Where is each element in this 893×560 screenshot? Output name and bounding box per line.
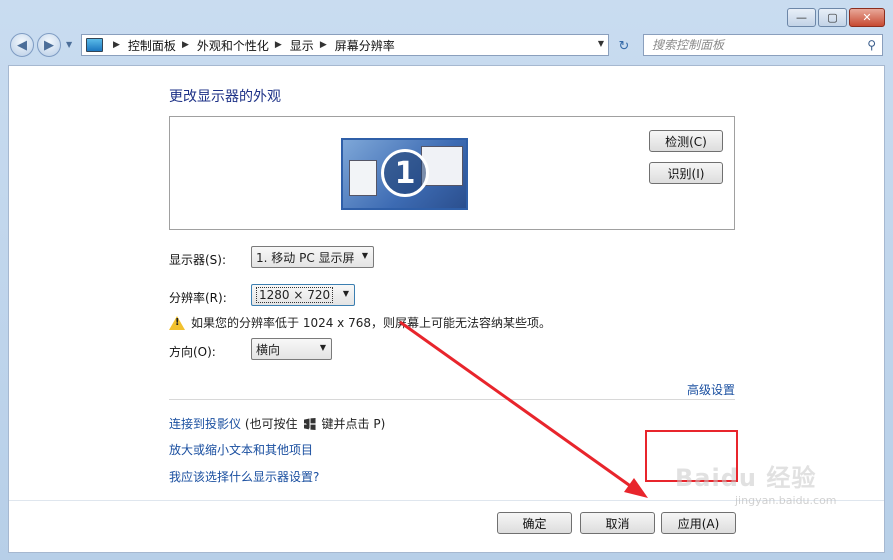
minimize-button[interactable]: — xyxy=(787,8,816,27)
warning-text: 如果您的分辨率低于 1024 x 768，则屏幕上可能无法容纳某些项。 xyxy=(191,316,551,330)
navigation-buttons: ◀ ▶ ▼ xyxy=(10,33,76,57)
refresh-icon: ↻ xyxy=(618,38,630,54)
resolution-label: 分辨率(R): xyxy=(169,291,227,305)
breadcrumb-chevron-icon[interactable]: ▶ xyxy=(182,40,189,50)
search-input[interactable] xyxy=(644,35,852,55)
address-bar[interactable]: ▶ 控制面板 ▶ 外观和个性化 ▶ 显示 ▶ 屏幕分辨率 ▼ xyxy=(81,34,609,56)
breadcrumb-chevron-icon[interactable]: ▶ xyxy=(275,40,282,50)
projector-hint-tail: 键并点击 P) xyxy=(321,417,386,431)
orientation-select-value: 横向 xyxy=(256,342,281,357)
windows-logo-icon xyxy=(303,418,316,430)
page-title: 更改显示器的外观 xyxy=(169,89,281,105)
orientation-label: 方向(O): xyxy=(169,345,216,359)
chevron-down-icon: ▼ xyxy=(342,289,349,298)
close-button[interactable]: ✕ xyxy=(849,8,885,27)
detect-button[interactable]: 检测(C) xyxy=(649,130,723,152)
back-arrow-icon: ◀ xyxy=(17,37,27,53)
display-select-value: 1. 移动 PC 显示屏 xyxy=(256,250,355,265)
control-panel-window: — ▢ ✕ ◀ ▶ ▼ ▶ 控制面板 ▶ 外观和个性化 ▶ 显示 ▶ 屏幕分辨率… xyxy=(0,0,893,560)
breadcrumb-chevron-icon[interactable]: ▶ xyxy=(113,40,120,50)
resolution-select[interactable]: 1280 × 720 ▼ xyxy=(251,284,355,306)
connect-projector-link[interactable]: 连接到投影仪 xyxy=(169,417,241,431)
projector-hint: (也可按住 xyxy=(244,417,298,431)
refresh-button[interactable]: ↻ xyxy=(611,34,637,58)
apply-button[interactable]: 应用(A) xyxy=(661,512,736,534)
cancel-button[interactable]: 取消 xyxy=(580,512,655,534)
chevron-down-icon: ▼ xyxy=(319,343,326,352)
monitor-number: 1 xyxy=(381,149,429,197)
monitor-1-icon[interactable]: 1 xyxy=(341,138,468,210)
breadcrumb-chevron-icon[interactable]: ▶ xyxy=(320,40,327,50)
search-box: ⚲ xyxy=(643,34,883,56)
projector-row: 连接到投影仪 (也可按住 键并点击 P) xyxy=(169,415,385,432)
display-settings-help-link[interactable]: 我应该选择什么显示器设置? xyxy=(169,468,319,485)
chevron-down-icon: ▼ xyxy=(361,251,368,260)
advanced-settings-link[interactable]: 高级设置 xyxy=(687,381,735,398)
recent-pages-chevron-icon[interactable]: ▼ xyxy=(66,40,72,49)
breadcrumb-item[interactable]: 控制面板 xyxy=(128,37,176,54)
resolution-select-value: 1280 × 720 xyxy=(256,287,334,303)
display-label: 显示器(S): xyxy=(169,253,227,267)
minimize-icon: — xyxy=(796,11,807,24)
resolution-warning: 如果您的分辨率低于 1024 x 768，则屏幕上可能无法容纳某些项。 xyxy=(169,314,551,331)
maximize-button[interactable]: ▢ xyxy=(818,8,847,27)
breadcrumb-item[interactable]: 显示 xyxy=(290,37,314,54)
breadcrumb: ▶ 控制面板 ▶ 外观和个性化 ▶ 显示 ▶ 屏幕分辨率 xyxy=(107,37,395,54)
forward-arrow-icon: ▶ xyxy=(44,37,54,53)
identify-button[interactable]: 识别(I) xyxy=(649,162,723,184)
display-select[interactable]: 1. 移动 PC 显示屏 ▼ xyxy=(251,246,374,268)
address-dropdown-icon[interactable]: ▼ xyxy=(598,39,604,48)
back-button[interactable]: ◀ xyxy=(10,33,34,57)
breadcrumb-item[interactable]: 屏幕分辨率 xyxy=(335,37,395,54)
control-panel-icon xyxy=(86,38,103,52)
watermark-logo: Baidu 经验 xyxy=(675,464,817,492)
breadcrumb-item[interactable]: 外观和个性化 xyxy=(197,37,269,54)
maximize-icon: ▢ xyxy=(827,11,838,24)
warning-icon xyxy=(169,315,185,330)
text-size-link[interactable]: 放大或缩小文本和其他项目 xyxy=(169,441,313,458)
divider xyxy=(169,399,735,400)
watermark-url: jingyan.baidu.com xyxy=(735,494,837,507)
monitor-preview: 1 检测(C) 识别(I) xyxy=(169,116,735,230)
orientation-select[interactable]: 横向 ▼ xyxy=(251,338,332,360)
window-thumbnail-icon xyxy=(349,160,377,196)
forward-button[interactable]: ▶ xyxy=(37,33,61,57)
search-icon[interactable]: ⚲ xyxy=(867,38,876,52)
close-icon: ✕ xyxy=(862,11,872,24)
ok-button[interactable]: 确定 xyxy=(497,512,572,534)
